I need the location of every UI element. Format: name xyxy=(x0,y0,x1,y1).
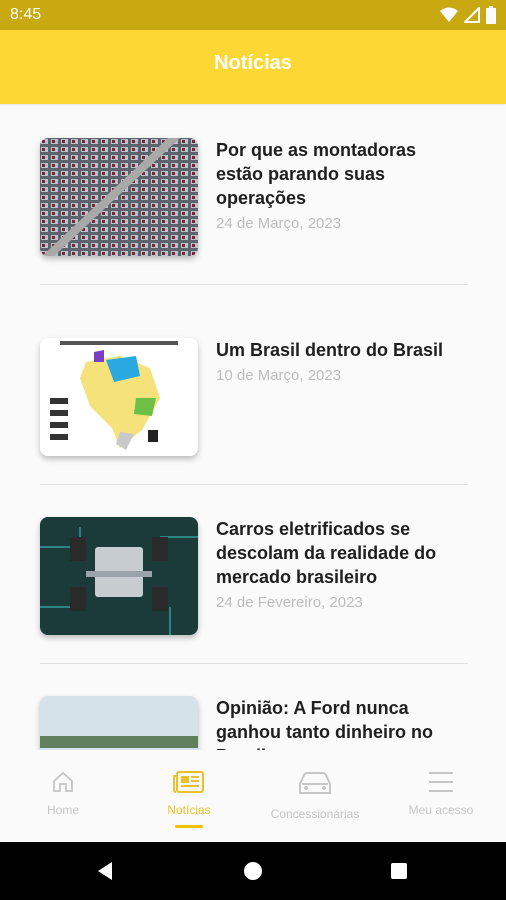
nav-meu-acesso-label: Meu acesso xyxy=(408,803,474,817)
signal-icon xyxy=(464,7,480,23)
car-icon xyxy=(299,772,331,794)
news-thumbnail xyxy=(40,696,198,750)
newspaper-icon xyxy=(173,771,204,793)
recents-icon[interactable] xyxy=(390,862,408,880)
nav-home-label: Home xyxy=(46,803,79,817)
news-date: 10 de Março, 2023 xyxy=(216,367,342,384)
page-title: Notícias xyxy=(214,52,292,74)
nav-noticias[interactable]: Notícias xyxy=(126,750,252,842)
app-header: Notícias xyxy=(0,30,506,104)
news-date: 24 de Fevereiro, 2023 xyxy=(216,594,363,611)
news-item[interactable]: Um Brasil dentro do Brasil 10 de Março, … xyxy=(40,338,468,458)
news-thumbnail xyxy=(40,138,198,256)
news-date: 24 de Março, 2023 xyxy=(216,215,342,232)
news-title-text: Por que as montadoras estão parando suas… xyxy=(216,140,417,208)
divider xyxy=(40,484,468,485)
nav-concessionarias[interactable]: Concessionárias xyxy=(252,750,378,842)
news-title-text: Opinião: A Ford nunca ganhou tanto dinhe… xyxy=(216,698,433,750)
back-icon[interactable] xyxy=(96,861,116,881)
wifi-icon xyxy=(440,7,458,22)
status-time: 8:45 xyxy=(10,6,42,23)
nav-home[interactable]: Home xyxy=(0,750,126,842)
home-icon xyxy=(53,771,73,792)
news-item[interactable]: Carros eletrificados se descolam da real… xyxy=(40,517,468,637)
status-icons xyxy=(440,6,496,24)
menu-icon xyxy=(429,772,453,792)
nav-concessionarias-label: Concessionárias xyxy=(270,807,360,821)
system-navigation-bar xyxy=(0,842,506,900)
battery-icon xyxy=(486,6,496,24)
news-thumbnail xyxy=(40,517,198,635)
news-title-text: Um Brasil dentro do Brasil xyxy=(216,340,444,360)
news-item[interactable]: Por que as montadoras estão parando suas… xyxy=(40,138,468,258)
status-bar: 8:45 xyxy=(0,0,506,30)
news-title[interactable]: Carros eletrificados se descolam da real… xyxy=(216,517,468,615)
active-tab-indicator xyxy=(175,825,203,828)
divider xyxy=(40,663,468,664)
news-title-text: Carros eletrificados se descolam da real… xyxy=(216,519,437,587)
nav-noticias-label: Notícias xyxy=(167,803,211,817)
news-title[interactable]: Opinião: A Ford nunca ganhou tanto dinhe… xyxy=(216,696,468,750)
news-title[interactable]: Por que as montadoras estão parando suas… xyxy=(216,138,468,236)
news-list[interactable]: Por que as montadoras estão parando suas… xyxy=(0,104,506,750)
bottom-navigation: Home Notícias Concessionárias Meu acesso xyxy=(0,750,506,842)
news-title[interactable]: Um Brasil dentro do Brasil 10 de Março, … xyxy=(216,338,468,388)
nav-meu-acesso[interactable]: Meu acesso xyxy=(378,750,504,842)
news-thumbnail xyxy=(40,338,198,456)
divider xyxy=(40,284,468,285)
home-button-icon[interactable] xyxy=(243,861,263,881)
news-item[interactable]: Opinião: A Ford nunca ganhou tanto dinhe… xyxy=(40,696,468,750)
